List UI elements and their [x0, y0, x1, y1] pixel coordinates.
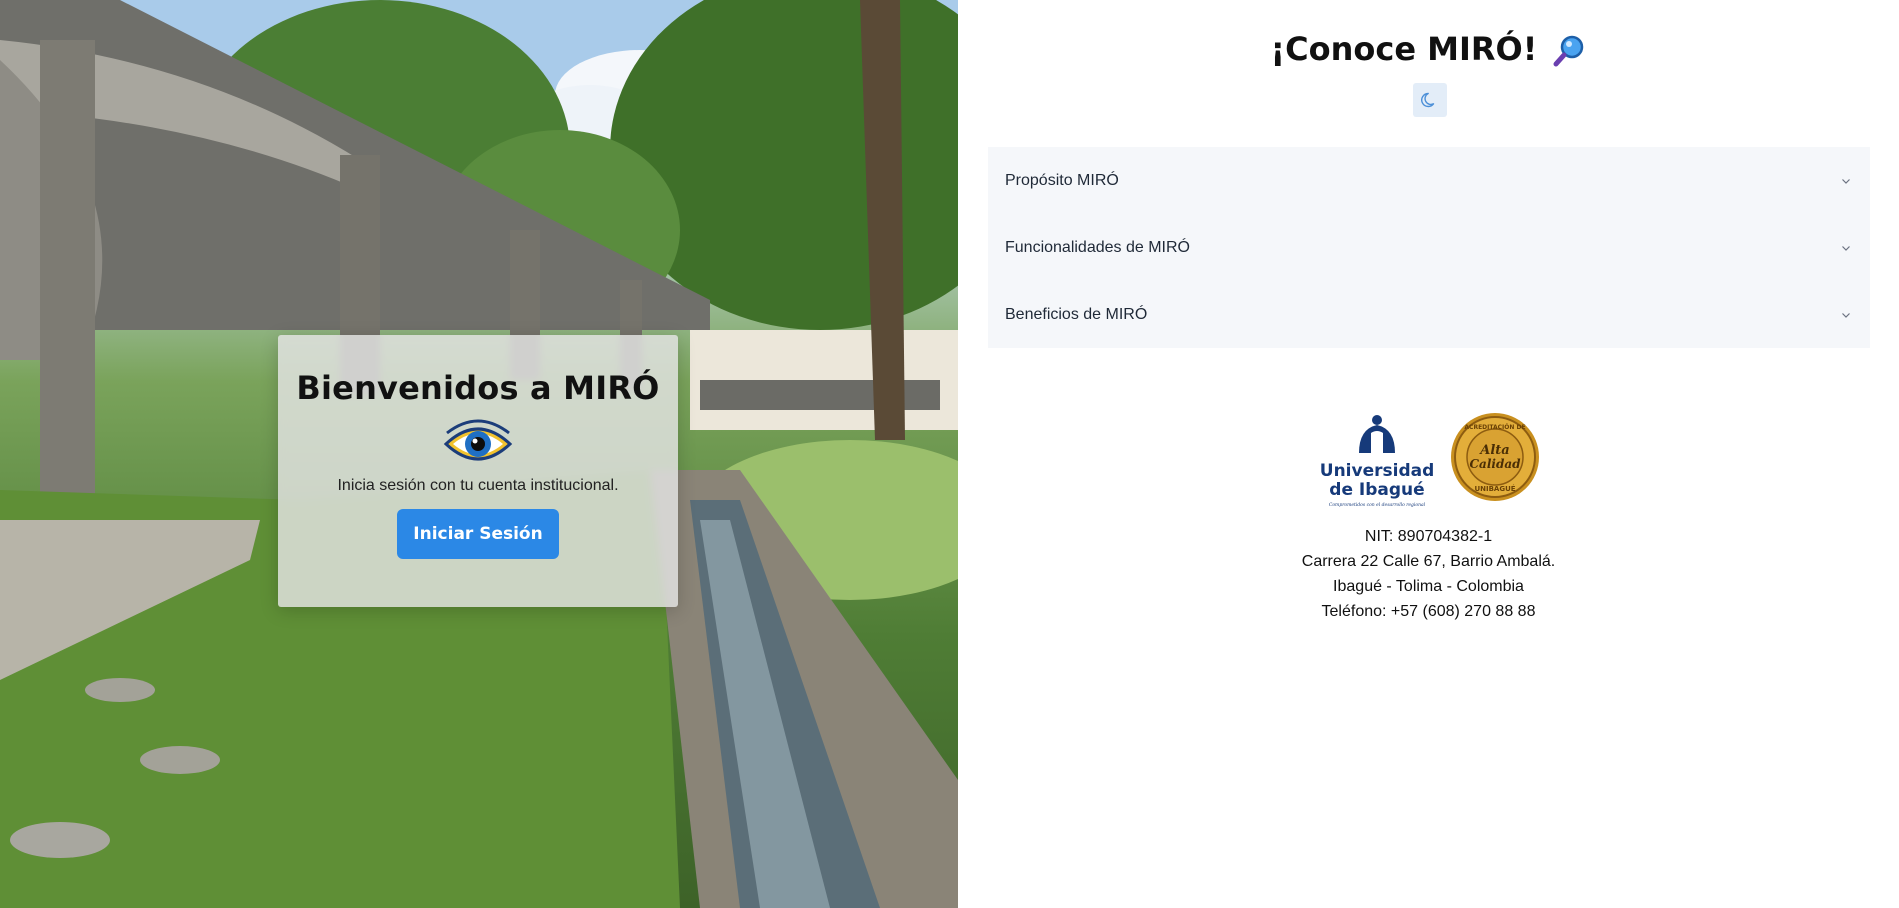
login-card-subtitle: Inicia sesión con tu cuenta instituciona…	[337, 477, 619, 494]
page: Bienvenidos a MIRÓ Inicia sesión con tu …	[0, 0, 1899, 908]
seal-center-text-1: Alta	[1478, 443, 1509, 458]
contact-address: NIT: 890704382-1 Carrera 22 Calle 67, Ba…	[958, 524, 1899, 624]
info-title-text: ¡Conoce MIRÓ!	[1270, 30, 1538, 68]
accordion-item-beneficios[interactable]: Beneficios de MIRÓ	[988, 281, 1870, 348]
chevron-down-icon	[1842, 178, 1850, 184]
accordion: Propósito MIRÓ Funcionalidades de MIRÓ B…	[988, 147, 1870, 348]
accordion-item-funcionalidades[interactable]: Funcionalidades de MIRÓ	[988, 214, 1870, 281]
login-card-title: Bienvenidos a MIRÓ	[296, 369, 660, 407]
university-logo-tagline: Comprometidos con el desarrollo regional	[1329, 502, 1426, 508]
address-nit: NIT: 890704382-1	[1364, 528, 1493, 545]
magnifying-glass-icon	[1553, 35, 1584, 67]
accordion-item-label: Propósito MIRÓ	[1005, 171, 1119, 189]
accordion-item-label: Beneficios de MIRÓ	[1005, 305, 1148, 323]
seal-top-text: ACREDITACIÓN DE	[1464, 424, 1525, 431]
chevron-down-icon	[1842, 245, 1850, 251]
chevron-down-icon	[1842, 312, 1850, 318]
address-city: Ibagué - Tolima - Colombia	[1333, 578, 1524, 595]
university-logo-line2: de Ibagué	[1329, 480, 1424, 500]
seal-bottom-text: UNIBAGUÉ	[1474, 484, 1515, 493]
login-card: Bienvenidos a MIRÓ Inicia sesión con tu …	[278, 335, 678, 607]
info-panel: ¡Conoce MIRÓ! Propósito MIRÓ Funcionalid…	[958, 0, 1899, 908]
institution-logos: Universidad de Ibagué Comprometidos con …	[1321, 411, 1541, 511]
login-button[interactable]: Iniciar Sesión	[397, 509, 559, 559]
seal-center-text-2: Calidad	[1470, 457, 1522, 471]
eye-icon	[443, 419, 513, 461]
university-logo: Universidad de Ibagué Comprometidos con …	[1321, 415, 1433, 508]
accordion-item-proposito[interactable]: Propósito MIRÓ	[988, 147, 1870, 214]
accreditation-seal: ACREDITACIÓN DE Alta Calidad UNIBAGUÉ	[1451, 413, 1539, 501]
info-title: ¡Conoce MIRÓ!	[958, 30, 1899, 68]
university-logo-line1: Universidad	[1321, 461, 1433, 481]
accordion-item-label: Funcionalidades de MIRÓ	[1005, 238, 1190, 256]
theme-toggle-button[interactable]	[1413, 83, 1447, 117]
hero-panel: Bienvenidos a MIRÓ Inicia sesión con tu …	[0, 0, 958, 908]
address-street: Carrera 22 Calle 67, Barrio Ambalá.	[1301, 553, 1556, 570]
moon-icon	[1421, 92, 1435, 108]
address-phone: Teléfono: +57 (608) 270 88 88	[1321, 603, 1536, 620]
